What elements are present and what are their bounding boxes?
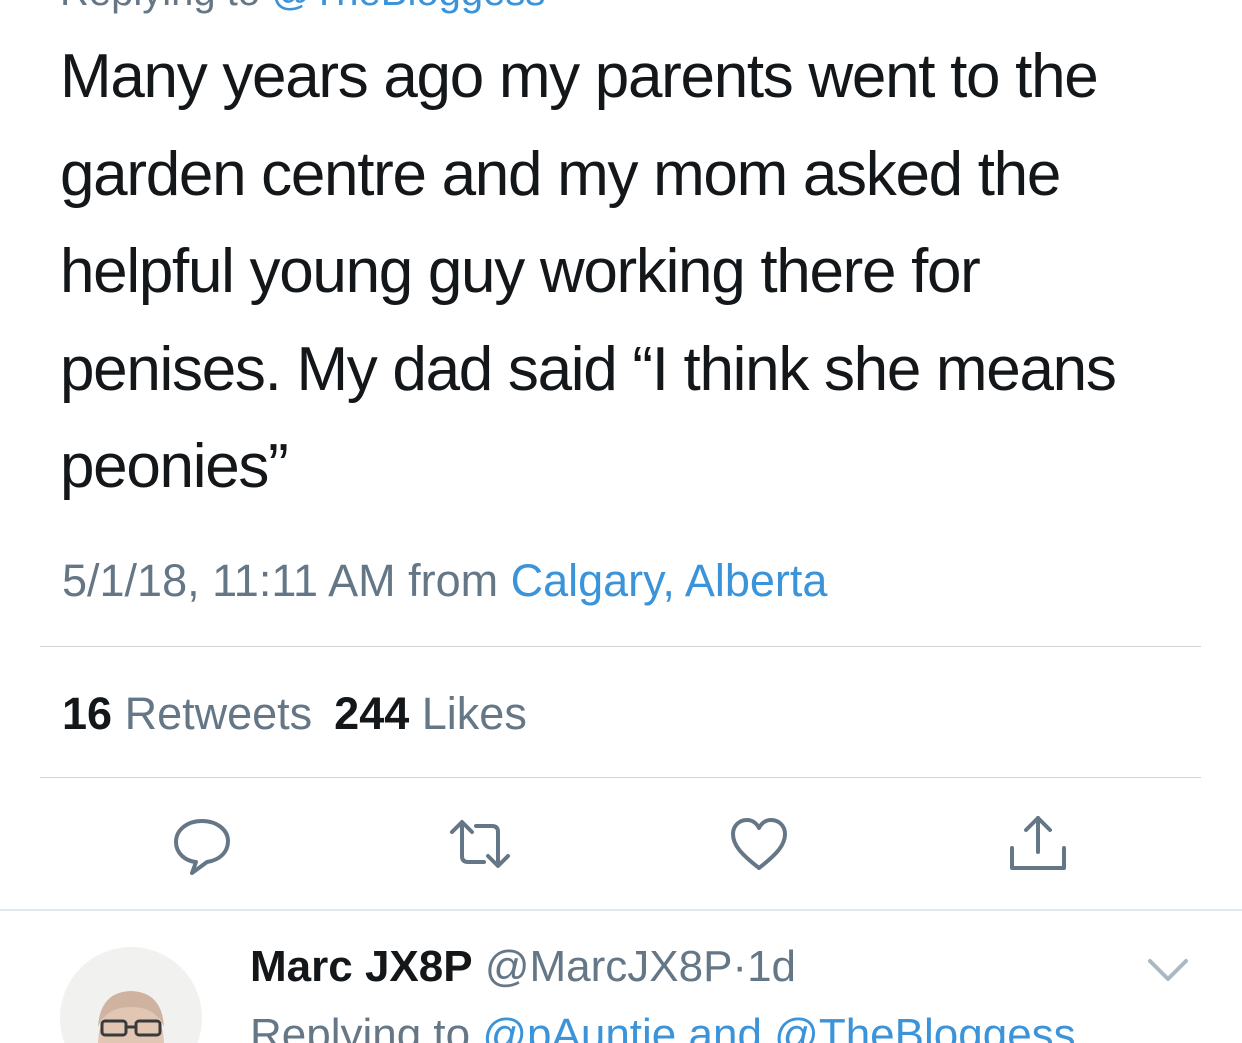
retweet-button[interactable] [448,812,512,876]
reply-icon [174,819,230,875]
tweet-text: Many years ago my parents went to the ga… [60,42,1117,501]
divider-middle [40,777,1201,778]
reply-mention-2[interactable]: @TheBloggess [774,1010,1076,1043]
tweet-detail-screen: Replying to @TheBloggess Many years ago … [0,0,1242,1043]
reply-replying-to-line: Replying to @pAuntie and @TheBloggess [250,1009,1076,1043]
likes-count: 244 [334,688,410,739]
tweet-meta: 5/1/18, 11:11 AM from Calgary, Alberta [62,553,827,609]
replying-to-handle-link[interactable]: @TheBloggess [271,0,545,14]
avatar[interactable] [60,947,202,1043]
replying-to-line: Replying to @TheBloggess [60,0,545,12]
reply-conjunction: and [688,1010,762,1043]
likes-label: Likes [421,688,527,739]
likes-stat[interactable]: 244 Likes [334,688,527,739]
reply-time: 1d [747,942,797,991]
retweets-stat[interactable]: 16 Retweets [62,688,312,739]
retweets-label: Retweets [124,688,313,739]
tweet-stats: 16 Retweets 244 Likes [62,686,527,742]
like-icon [731,818,787,870]
reply-tweet[interactable]: Marc JX8P @MarcJX8P·1d Replying to @pAun… [0,911,1242,1043]
tweet-timestamp: 5/1/18, 11:11 AM [62,555,396,606]
location-link[interactable]: Calgary, Alberta [511,555,828,606]
share-icon [1010,816,1066,870]
chevron-down-icon[interactable] [1146,955,1190,985]
reply-author-handle[interactable]: @MarcJX8P [485,942,733,991]
replying-to-prefix: Replying to [60,0,260,14]
reply-button[interactable] [170,812,234,876]
like-button[interactable] [727,812,791,876]
retweets-count: 16 [62,688,113,739]
reply-author-name[interactable]: Marc JX8P [250,942,473,991]
reply-mention-1[interactable]: @pAuntie [482,1010,676,1043]
divider-top [40,646,1201,647]
reply-replying-prefix: Replying to [250,1010,471,1043]
reply-header: Marc JX8P @MarcJX8P·1d [250,941,796,993]
from-label: from [408,555,499,606]
share-button[interactable] [1006,812,1070,876]
retweet-icon [450,820,510,868]
reply-separator: · [732,942,748,991]
